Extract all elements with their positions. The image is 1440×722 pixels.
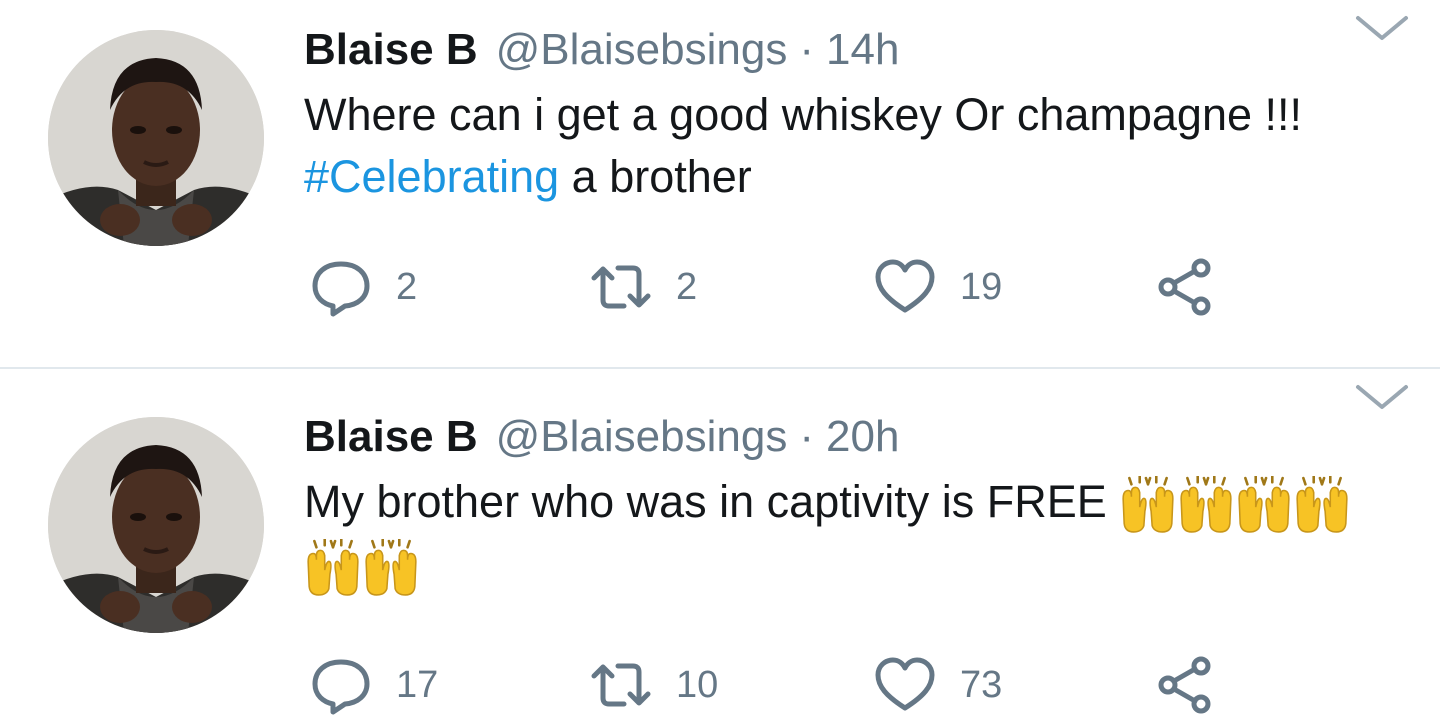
retweet-count: 10 — [676, 663, 719, 706]
separator: · — [799, 412, 814, 461]
tweet[interactable]: Blaise B @Blaisebsings · 14h Where can i… — [0, 0, 1440, 369]
like-count: 19 — [960, 265, 1003, 308]
profile-photo — [48, 30, 264, 246]
raising-hands-emoji-icon — [1296, 476, 1348, 533]
separator: · — [799, 25, 814, 74]
hashtag-link[interactable]: #Celebrating — [304, 151, 559, 202]
tweet-text: Where can i get a good whiskey Or champa… — [304, 84, 1400, 208]
reply-count: 2 — [396, 265, 418, 308]
reply-button[interactable]: 17 — [310, 652, 438, 718]
username[interactable]: @Blaisebsings — [496, 24, 788, 76]
retweet-button[interactable]: 2 — [590, 254, 697, 320]
chevron-down-icon[interactable] — [1354, 12, 1410, 44]
tweet-text-part: My brother who was in captivity is FREE — [304, 476, 1120, 527]
share-icon — [1158, 656, 1211, 714]
display-name[interactable]: Blaise B — [304, 24, 478, 76]
reply-button[interactable]: 2 — [310, 254, 417, 320]
raising-hands-emoji-icon — [1122, 476, 1174, 533]
heart-icon — [875, 259, 935, 313]
username[interactable]: @Blaisebsings — [496, 411, 788, 463]
raising-hands-emoji-icon — [307, 539, 359, 596]
retweet-button[interactable]: 10 — [590, 652, 718, 718]
tweet-text-part: Where can i get a good whiskey Or champa… — [304, 89, 1303, 140]
raising-hands-emoji-icon — [1180, 476, 1232, 533]
retweet-icon — [591, 265, 651, 309]
tweet-content: Blaise B @Blaisebsings · 20h My brother … — [304, 411, 1400, 597]
like-count: 73 — [960, 663, 1003, 706]
tweet-text: My brother who was in captivity is FREE — [304, 471, 1400, 597]
tweet-header: Blaise B @Blaisebsings · 14h — [304, 24, 1400, 76]
share-button[interactable] — [1154, 254, 1216, 320]
timestamp[interactable]: 14h — [826, 24, 899, 76]
raising-hands-emoji-icon — [365, 539, 417, 596]
like-button[interactable]: 73 — [874, 652, 1002, 718]
share-icon — [1158, 258, 1211, 316]
raising-hands-emoji-icon — [1238, 476, 1290, 533]
retweet-icon — [591, 663, 651, 707]
profile-photo — [48, 417, 264, 633]
tweet-content: Blaise B @Blaisebsings · 14h Where can i… — [304, 24, 1400, 208]
tweet-actions: 2 2 19 — [304, 254, 1244, 320]
tweet-text-part: a brother — [559, 151, 752, 202]
avatar[interactable] — [48, 30, 264, 246]
retweet-count: 2 — [676, 265, 698, 308]
avatar[interactable] — [48, 417, 264, 633]
chevron-down-icon[interactable] — [1354, 381, 1410, 413]
tweet-actions: 17 10 73 — [304, 652, 1244, 718]
tweet[interactable]: Blaise B @Blaisebsings · 20h My brother … — [0, 369, 1440, 722]
tweet-header: Blaise B @Blaisebsings · 20h — [304, 411, 1400, 463]
like-button[interactable]: 19 — [874, 254, 1002, 320]
heart-icon — [875, 657, 935, 711]
timestamp[interactable]: 20h — [826, 411, 899, 463]
display-name[interactable]: Blaise B — [304, 411, 478, 463]
reply-count: 17 — [396, 663, 439, 706]
reply-bubble-icon — [312, 659, 370, 715]
share-button[interactable] — [1154, 652, 1216, 718]
reply-bubble-icon — [312, 261, 370, 317]
